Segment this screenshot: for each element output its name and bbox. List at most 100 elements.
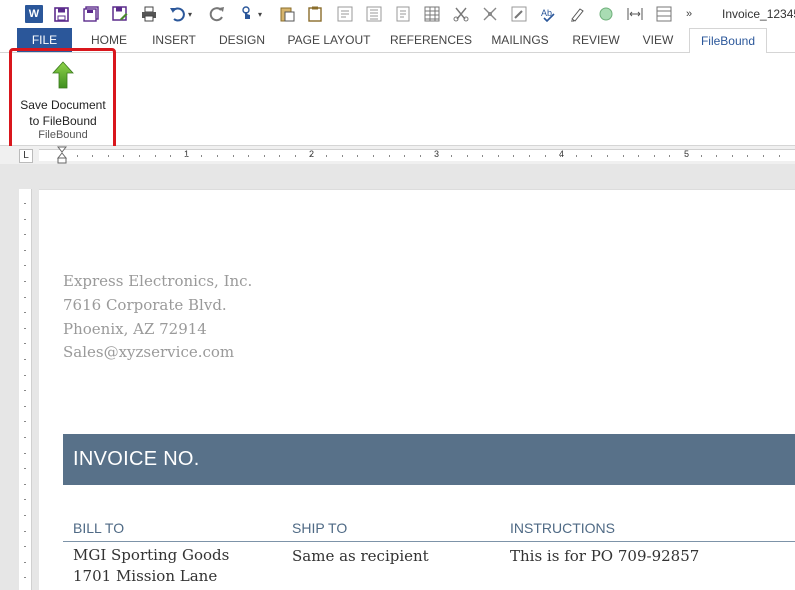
table-icon[interactable] [423,5,441,23]
ruler-tick [731,155,733,157]
clipboard-icon[interactable] [306,5,324,23]
highlight-icon[interactable] [568,5,586,23]
ruler-tick [24,265,26,267]
bill-to-name[interactable]: MGI Sporting Goods [73,545,229,566]
ruler-tick [92,155,94,157]
ruler-tick [76,155,78,157]
tab-references[interactable]: REFERENCES [390,28,472,52]
ruler-tick [451,155,452,157]
ruler-tick [107,155,109,157]
instructions-value[interactable]: This is for PO 709-92857 [510,546,699,567]
ruler-area: L 1 2 3 4 5 [0,146,795,164]
undo-icon[interactable] [168,5,186,23]
page-width-icon[interactable] [626,5,644,23]
format-icon[interactable] [336,5,354,23]
more-icon[interactable]: » [680,5,698,23]
bill-to-heading[interactable]: BILL TO [73,520,124,536]
ruler-tick [185,155,187,157]
ruler-tick [607,155,608,157]
page-top-edge [39,189,795,190]
ruler-tick [513,155,515,157]
document-page[interactable] [39,189,795,590]
touch-mode-icon[interactable] [238,5,256,23]
ruler-tick [24,452,26,454]
shape-icon[interactable] [597,5,615,23]
company-name[interactable]: Express Electronics, Inc. [63,270,252,294]
ruler-tick [201,155,203,157]
redo-icon[interactable] [208,5,226,23]
company-address[interactable]: 7616 Corporate Blvd. [63,294,252,318]
ruler-number: 4 [559,149,565,159]
ruler-tick [24,530,26,532]
ruler-tick [24,281,26,282]
ruler-number: 2 [309,149,315,159]
undo-dropdown-icon[interactable]: ▾ [186,5,194,23]
layout-icon[interactable] [655,5,673,23]
highlight-box [9,48,116,152]
cross-icon[interactable] [481,5,499,23]
ruler-tick [170,155,172,157]
ruler-tick [310,155,312,157]
ruler-tick [529,155,530,157]
ruler-tick [778,155,780,157]
edit-icon[interactable] [510,5,528,23]
instructions-heading[interactable]: INSTRUCTIONS [510,520,615,536]
tab-page-layout[interactable]: PAGE LAYOUT [284,28,374,52]
paste-icon[interactable] [278,5,296,23]
ruler-tick [24,437,26,438]
tab-view[interactable]: VIEW [638,28,678,52]
svg-text:Ab: Ab [541,8,552,18]
ruler-tick [24,374,26,376]
properties-icon[interactable] [394,5,412,23]
tab-selector[interactable]: L [19,149,33,163]
invoice-title[interactable]: INVOICE NO. [73,448,200,471]
bill-to-address[interactable]: 1701 Mission Lane [73,566,217,587]
company-block: Express Electronics, Inc. 7616 Corporate… [63,270,252,365]
invoice-title-band: INVOICE NO. [63,434,795,485]
save-as-icon[interactable] [111,5,129,23]
ribbon-tabs: FILE HOME INSERT DESIGN PAGE LAYOUT REFE… [0,28,795,54]
ruler-number: 3 [434,149,440,159]
ruler-tick [24,405,26,407]
ruler-tick [388,155,390,157]
ruler-tick [575,155,577,157]
ruler-tick [591,155,593,157]
ruler-tick [24,296,26,298]
ruler-tick [763,155,764,157]
tab-design[interactable]: DESIGN [214,28,270,52]
word-logo-icon[interactable]: W [25,5,43,23]
ship-to-heading[interactable]: SHIP TO [292,520,347,536]
vertical-ruler[interactable] [19,189,32,590]
list-icon[interactable] [365,5,383,23]
ship-to-value[interactable]: Same as recipient [292,546,429,567]
tab-mailings[interactable]: MAILINGS [487,28,553,52]
ruler-tick [24,312,26,314]
ruler-tick [24,203,26,204]
company-city[interactable]: Phoenix, AZ 72914 [63,318,252,342]
horizontal-ruler[interactable]: 1 2 3 4 5 [39,149,795,161]
tab-insert[interactable]: INSERT [148,28,200,52]
ruler-tick [419,155,421,157]
cut-icon[interactable] [452,5,470,23]
tab-filebound[interactable]: FileBound [689,28,767,54]
ruler-number: 5 [684,149,690,159]
ruler-tick [747,155,749,157]
ruler-tick [139,155,140,157]
spelling-icon[interactable]: Ab [539,5,557,23]
ruler-tick [669,155,671,157]
company-email[interactable]: Sales@xyzservice.com [63,341,252,365]
save-icon[interactable] [52,5,70,23]
indent-marker-icon[interactable] [57,146,67,164]
save-all-icon[interactable] [82,5,100,23]
print-icon[interactable] [140,5,158,23]
ruler-tick [24,483,26,485]
ruler-tick [497,155,499,157]
ruler-tick [326,155,328,157]
touch-dropdown-icon[interactable]: ▾ [256,5,264,23]
ruler-tick [248,155,250,157]
tab-review[interactable]: REVIEW [569,28,623,52]
ruler-tick [653,155,655,157]
ruler-tick [24,499,26,501]
ruler-tick [123,155,125,157]
ruler-tick [357,155,359,157]
